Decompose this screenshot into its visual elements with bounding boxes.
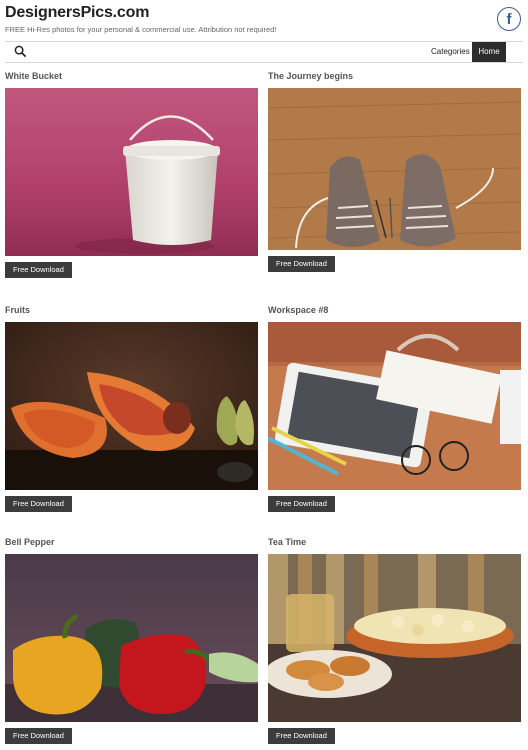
site-branding: DesignersPics.com FREE Hi-Res photos for…	[5, 4, 276, 34]
post-image[interactable]	[268, 88, 521, 250]
post-card: Workspace #8 Free Download	[268, 305, 521, 512]
nav-item-home[interactable]: Home	[472, 42, 506, 62]
post-image[interactable]	[268, 322, 521, 490]
post-title[interactable]: Tea Time	[268, 537, 521, 551]
post-title[interactable]: The Journey begins	[268, 71, 521, 85]
search-icon[interactable]	[14, 45, 27, 58]
post-image[interactable]	[5, 322, 258, 490]
post-image[interactable]	[268, 554, 521, 722]
free-download-button[interactable]: Free Download	[268, 496, 335, 512]
free-download-button[interactable]: Free Download	[5, 262, 72, 278]
free-download-button[interactable]: Free Download	[5, 728, 72, 744]
post-image[interactable]	[5, 88, 258, 256]
free-download-button[interactable]: Free Download	[5, 496, 72, 512]
main-navigation: Categories Home	[5, 41, 523, 63]
facebook-glyph: f	[506, 10, 512, 28]
post-title[interactable]: Fruits	[5, 305, 258, 319]
post-card: Tea Time Free Download	[268, 537, 521, 744]
post-title[interactable]: Workspace #8	[268, 305, 521, 319]
site-title[interactable]: DesignersPics.com	[5, 4, 276, 22]
nav-item-categories[interactable]: Categories	[423, 42, 478, 62]
post-title[interactable]: White Bucket	[5, 71, 258, 85]
post-card: The Journey begins Free Download	[268, 71, 521, 272]
free-download-button[interactable]: Free Download	[268, 256, 335, 272]
post-card: White Bucket Free Download	[5, 71, 258, 278]
site-tagline: FREE Hi-Res photos for your personal & c…	[5, 25, 277, 34]
post-card: Fruits Free Download	[5, 305, 258, 512]
post-image[interactable]	[5, 554, 258, 722]
post-card: Bell Pepper Free Download	[5, 537, 258, 744]
facebook-icon[interactable]: f	[497, 7, 521, 31]
free-download-button[interactable]: Free Download	[268, 728, 335, 744]
post-title[interactable]: Bell Pepper	[5, 537, 258, 551]
